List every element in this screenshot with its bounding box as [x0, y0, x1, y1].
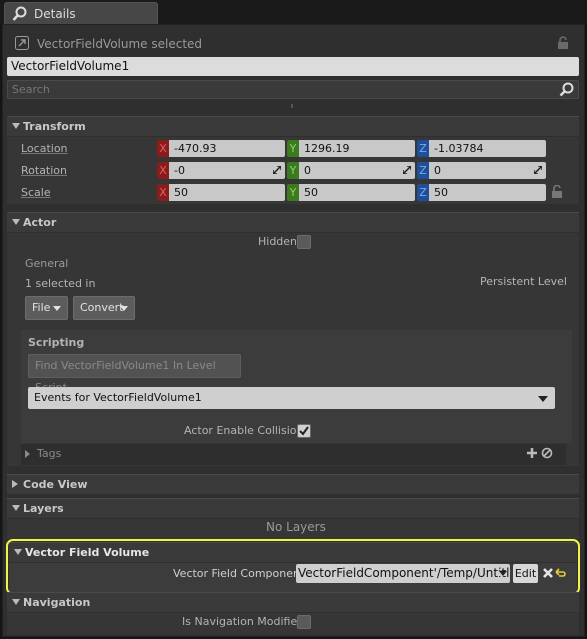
selected-count: 1 selected in	[25, 277, 96, 290]
rotation-z-axis: Z	[417, 162, 429, 179]
events-combo-label: Events for VectorFieldVolume1	[34, 391, 202, 404]
file-button-label: File	[32, 301, 51, 314]
selection-row: VectorFieldVolume selected	[10, 33, 577, 55]
section-navigation[interactable]: Navigation	[7, 592, 579, 612]
location-z-axis: Z	[417, 140, 429, 157]
section-code-view[interactable]: Code View	[7, 474, 579, 494]
scripting-label: Scripting	[28, 336, 85, 349]
convert-button[interactable]: Convert	[73, 296, 135, 320]
splitter-grip[interactable]	[291, 104, 293, 108]
hidden-label: Hidden	[258, 235, 298, 248]
actor-icon	[15, 36, 29, 50]
collapse-arrow-icon	[12, 599, 20, 605]
tags-row[interactable]: Tags	[21, 444, 566, 465]
add-icon[interactable]	[526, 447, 538, 459]
section-title: Transform	[23, 120, 86, 133]
section-layers[interactable]: Layers	[7, 498, 579, 518]
rotation-label[interactable]: Rotation	[21, 164, 67, 177]
search-icon	[559, 82, 574, 97]
section-title: Layers	[23, 502, 64, 515]
level-name: Persistent Level	[480, 275, 567, 288]
rotation-x-value: -0	[174, 164, 185, 177]
tags-label: Tags	[37, 447, 62, 460]
highlight-outline	[6, 539, 580, 595]
find-in-level-script-button[interactable]: Find VectorFieldVolume1 In Level Script	[28, 354, 241, 394]
general-label: General	[25, 257, 69, 270]
section-actor[interactable]: Actor	[7, 212, 579, 232]
scale-label[interactable]: Scale	[21, 186, 51, 199]
no-layers-text: No Layers	[266, 520, 326, 534]
location-y-field[interactable]: 1296.19	[299, 140, 415, 157]
rotation-x-field[interactable]: -0	[169, 162, 285, 179]
scale-x-axis: X	[157, 184, 169, 201]
section-transform[interactable]: Transform	[7, 116, 579, 136]
spin-arrows-icon	[273, 166, 281, 174]
search-placeholder: Search	[12, 83, 50, 96]
tab-details[interactable]: Details	[4, 2, 158, 24]
collision-checkbox[interactable]	[297, 424, 311, 438]
location-z-field[interactable]: -1.03784	[429, 140, 546, 157]
location-y-axis: Y	[287, 140, 299, 157]
location-x-field[interactable]: -470.93	[169, 140, 285, 157]
events-combo[interactable]: Events for VectorFieldVolume1	[28, 387, 555, 409]
navigation-modifier-checkbox[interactable]	[297, 615, 311, 629]
scale-y-axis: Y	[287, 184, 299, 201]
scale-z-axis: Z	[417, 184, 429, 201]
rotation-y-axis: Y	[287, 162, 299, 179]
lock-icon[interactable]	[557, 36, 571, 50]
file-button[interactable]: File	[25, 296, 68, 320]
hidden-checkbox[interactable]	[297, 235, 311, 249]
collapse-arrow-icon	[12, 219, 20, 225]
collapse-arrow-icon	[12, 505, 20, 511]
convert-button-label: Convert	[80, 301, 124, 314]
collapse-arrow-icon	[12, 123, 20, 129]
collision-label: Actor Enable Collision	[184, 424, 304, 437]
tab-bar: Details	[0, 0, 587, 24]
rotation-y-value: 0	[304, 164, 311, 177]
rotation-x-axis: X	[157, 162, 169, 179]
dropdown-arrow-icon	[120, 306, 128, 311]
location-label[interactable]: Location	[21, 142, 68, 155]
scale-lock-icon[interactable]	[551, 185, 565, 199]
dropdown-arrow-icon	[53, 306, 61, 311]
expand-arrow-icon	[12, 480, 18, 488]
search-input[interactable]: Search	[7, 80, 579, 99]
scale-y-field[interactable]: 50	[299, 184, 415, 201]
section-title: Navigation	[23, 596, 91, 609]
location-x-axis: X	[157, 140, 169, 157]
selection-text: VectorFieldVolume selected	[37, 37, 203, 51]
dropdown-arrow-icon	[538, 396, 548, 402]
section-title: Code View	[23, 478, 88, 491]
scale-z-field[interactable]: 50	[429, 184, 546, 201]
actor-name-field[interactable]: VectorFieldVolume1	[7, 57, 579, 76]
rotation-z-value: 0	[434, 164, 441, 177]
spin-arrows-icon	[403, 166, 411, 174]
rotation-z-field[interactable]: 0	[429, 162, 546, 179]
expand-arrow-icon	[25, 450, 30, 458]
scale-x-field[interactable]: 50	[169, 184, 285, 201]
spin-arrows-icon	[534, 166, 542, 174]
tab-label: Details	[34, 7, 76, 21]
rotation-y-field[interactable]: 0	[299, 162, 415, 179]
clear-icon[interactable]	[541, 447, 553, 459]
magnifier-icon	[12, 6, 27, 21]
checkmark-icon	[299, 426, 309, 436]
is-navigation-modifier-label: Is Navigation Modifier	[182, 615, 302, 628]
section-title: Actor	[23, 216, 57, 229]
